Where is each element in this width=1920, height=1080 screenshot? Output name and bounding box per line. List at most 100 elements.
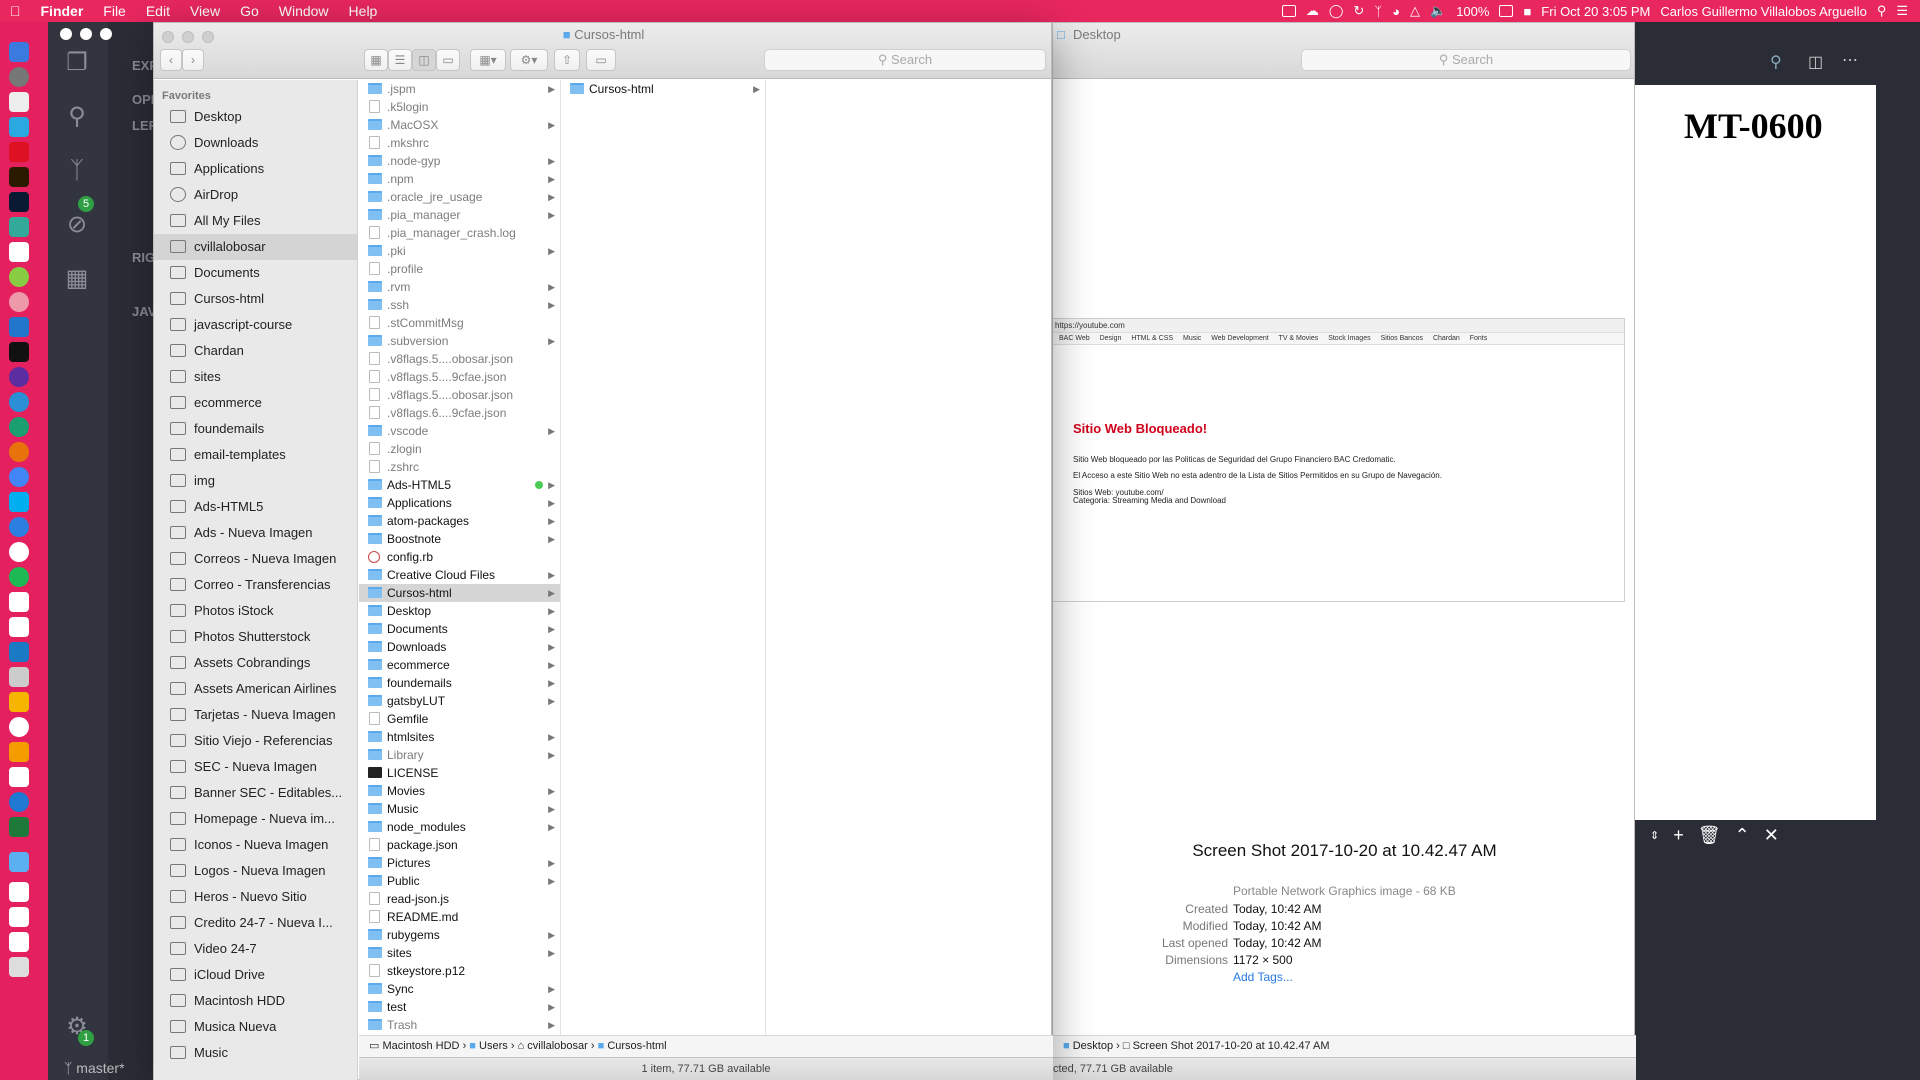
screen-icon[interactable]: [1281, 5, 1296, 17]
sidebar-item[interactable]: Banner SEC - Editables...: [154, 780, 357, 806]
panel-select-chevron-icon[interactable]: ⇕: [1650, 829, 1659, 842]
sidebar-item[interactable]: Photos Shutterstock: [154, 624, 357, 650]
column-view-button[interactable]: ◫: [412, 49, 436, 71]
list-item[interactable]: Downloads ▶: [359, 638, 560, 656]
sidebar-item[interactable]: Applications: [154, 156, 357, 182]
photoshop-dock-icon[interactable]: [9, 192, 29, 212]
list-item[interactable]: Sync ▶: [359, 980, 560, 998]
menu-edit[interactable]: Edit: [136, 3, 180, 19]
list-item[interactable]: stkeystore.p12: [359, 962, 560, 980]
close-window-button[interactable]: [60, 28, 72, 40]
sidebar-item[interactable]: Music: [154, 1040, 357, 1066]
acrobat-dock-icon[interactable]: [9, 142, 29, 162]
path-segment[interactable]: Screen Shot 2017-10-20 at 10.42.47 AM: [1133, 1040, 1330, 1052]
user-app-icon[interactable]: ■: [1523, 4, 1531, 19]
list-item[interactable]: .profile: [359, 260, 560, 278]
list-item[interactable]: .rvm ▶: [359, 278, 560, 296]
list-item[interactable]: .v8flags.5....obosar.json: [359, 386, 560, 404]
cover-flow-button[interactable]: ▭: [436, 49, 460, 71]
messenger-dock-icon[interactable]: [9, 517, 29, 537]
arrange-button[interactable]: ▦▾: [470, 49, 506, 71]
chevron-up-icon[interactable]: ⌃: [1735, 825, 1750, 846]
trello-dock-icon[interactable]: [9, 642, 29, 662]
sidebar-item[interactable]: Logos - Nueva Imagen: [154, 858, 357, 884]
sidebar-item[interactable]: iCloud Drive: [154, 962, 357, 988]
menu-go[interactable]: Go: [230, 3, 269, 19]
sidebar-item[interactable]: cvillalobosar: [154, 234, 357, 260]
list-item[interactable]: .npm ▶: [359, 170, 560, 188]
list-item[interactable]: .zshrc: [359, 458, 560, 476]
list-item[interactable]: Ads-HTML5 ▶: [359, 476, 560, 494]
list-item[interactable]: .oracle_jre_usage ▶: [359, 188, 560, 206]
sidebar-item[interactable]: foundemails: [154, 416, 357, 442]
list-item[interactable]: .pia_manager_crash.log: [359, 224, 560, 242]
list-item[interactable]: gatsbyLUT ▶: [359, 692, 560, 710]
list-item[interactable]: Cursos-html ▶: [359, 584, 560, 602]
sidebar-item[interactable]: img: [154, 468, 357, 494]
list-item[interactable]: .v8flags.5....obosar.json: [359, 350, 560, 368]
trash-icon[interactable]: 🗑: [1698, 825, 1721, 846]
list-item[interactable]: atom-packages ▶: [359, 512, 560, 530]
list-item[interactable]: foundemails ▶: [359, 674, 560, 692]
app-dock-icon-4[interactable]: [9, 292, 29, 312]
sidebar-item[interactable]: AirDrop: [154, 182, 357, 208]
sidebar-item[interactable]: Credito 24-7 - Nueva I...: [154, 910, 357, 936]
airplay-icon[interactable]: △: [1410, 3, 1420, 19]
debug-icon[interactable]: ⊘: [62, 210, 92, 240]
sketch-dock-icon[interactable]: [9, 692, 29, 712]
list-item[interactable]: Cursos-html ▶: [561, 80, 765, 98]
sidebar-item[interactable]: Heros - Nuevo Sitio: [154, 884, 357, 910]
sidebar-item[interactable]: email-templates: [154, 442, 357, 468]
calendar-dock-icon[interactable]: [9, 592, 29, 612]
list-item[interactable]: Music ▶: [359, 800, 560, 818]
app-dock-icon-8[interactable]: [9, 742, 29, 762]
launchpad-dock-icon[interactable]: [9, 67, 29, 87]
list-item[interactable]: Movies ▶: [359, 782, 560, 800]
clock[interactable]: Fri Oct 20 3:05 PM: [1541, 4, 1650, 19]
github-dock-icon[interactable]: [9, 367, 29, 387]
list-item[interactable]: read-json.js: [359, 890, 560, 908]
list-item[interactable]: Boostnote ▶: [359, 530, 560, 548]
list-item[interactable]: .MacOSX ▶: [359, 116, 560, 134]
list-item[interactable]: .v8flags.6....9cfae.json: [359, 404, 560, 422]
app-dock-icon-9[interactable]: [9, 767, 29, 787]
itunes-dock-icon[interactable]: [9, 542, 29, 562]
list-item[interactable]: .node-gyp ▶: [359, 152, 560, 170]
sidebar-item[interactable]: Video 24-7: [154, 936, 357, 962]
volume-icon[interactable]: 🔈: [1430, 3, 1446, 19]
list-item[interactable]: .vscode ▶: [359, 422, 560, 440]
menu-file[interactable]: File: [93, 3, 136, 19]
vscode-dock-icon[interactable]: [9, 317, 29, 337]
close-icon[interactable]: ✕: [1764, 825, 1779, 846]
list-item[interactable]: Creative Cloud Files ▶: [359, 566, 560, 584]
list-item[interactable]: rubygems ▶: [359, 926, 560, 944]
search-icon[interactable]: ⚲: [62, 102, 92, 132]
branch-name[interactable]: master*: [76, 1060, 124, 1076]
sidebar-item[interactable]: All My Files: [154, 208, 357, 234]
finder-search-input[interactable]: ⚲ Search: [764, 49, 1046, 71]
app-dock-icon-7[interactable]: [9, 717, 29, 737]
sidebar-item[interactable]: Correos - Nueva Imagen: [154, 546, 357, 572]
telegram-dock-icon[interactable]: [9, 417, 29, 437]
icon-view-button[interactable]: ▦: [364, 49, 388, 71]
bluetooth-icon[interactable]: ᛉ: [1374, 4, 1382, 19]
sidebar-item[interactable]: ecommerce: [154, 390, 357, 416]
trash-dock-icon[interactable]: [9, 957, 29, 977]
list-item[interactable]: Applications ▶: [359, 494, 560, 512]
menu-view[interactable]: View: [180, 3, 230, 19]
shield-icon[interactable]: ◯: [1329, 3, 1344, 19]
sidebar-item[interactable]: Iconos - Nueva Imagen: [154, 832, 357, 858]
firefox-dock-icon[interactable]: [9, 442, 29, 462]
source-control-icon[interactable]: ᛉ: [62, 156, 92, 186]
creative-cloud-icon[interactable]: ☁: [1306, 3, 1319, 19]
list-item[interactable]: Gemfile: [359, 710, 560, 728]
skype-dock-icon[interactable]: [9, 492, 29, 512]
list-item[interactable]: test ▶: [359, 998, 560, 1016]
explorer-icon[interactable]: ❐: [62, 48, 92, 78]
path-segment[interactable]: Users: [479, 1040, 508, 1052]
sidebar-item[interactable]: Assets American Airlines: [154, 676, 357, 702]
sidebar-item[interactable]: Assets Cobrandings: [154, 650, 357, 676]
list-item[interactable]: sites ▶: [359, 944, 560, 962]
sidebar-item[interactable]: Desktop: [154, 104, 357, 130]
list-item[interactable]: .k5login: [359, 98, 560, 116]
